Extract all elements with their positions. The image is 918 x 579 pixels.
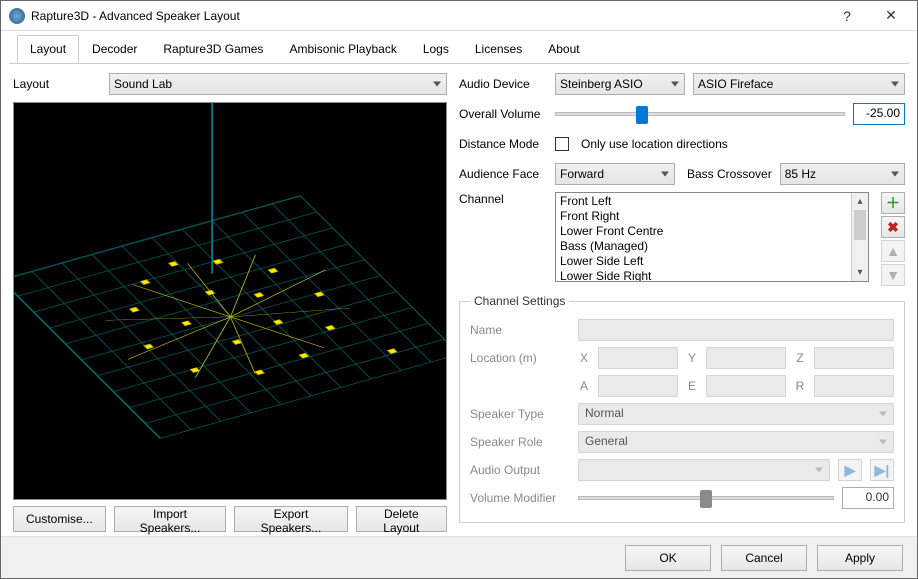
- close-button[interactable]: ✕: [869, 2, 913, 30]
- channel-item[interactable]: Front Right: [560, 209, 847, 224]
- app-icon: [9, 8, 25, 24]
- cs-axis-x: X: [578, 351, 590, 365]
- cs-axis-r: R: [794, 379, 806, 393]
- ok-button[interactable]: OK: [625, 545, 711, 571]
- app-window: Rapture3D - Advanced Speaker Layout ? ✕ …: [0, 0, 918, 579]
- add-channel-button[interactable]: ＋: [881, 192, 905, 214]
- cs-speaker-role-label: Speaker Role: [470, 435, 570, 449]
- cs-axis-a: A: [578, 379, 590, 393]
- tab-logs[interactable]: Logs: [410, 35, 462, 63]
- audio-device-select[interactable]: ASIO Fireface: [693, 73, 905, 95]
- cs-a-field: [598, 375, 678, 397]
- overall-volume-slider[interactable]: [555, 103, 845, 125]
- cs-play-all-button: ▶|: [870, 459, 894, 481]
- tab-licenses[interactable]: Licenses: [462, 35, 535, 63]
- content-area: Layout Sound Lab: [1, 64, 917, 536]
- cs-x-field: [598, 347, 678, 369]
- tab-rapture3d-games[interactable]: Rapture3D Games: [150, 35, 276, 63]
- channel-item[interactable]: Lower Front Centre: [560, 224, 847, 239]
- overall-volume-value[interactable]: -25.00: [853, 103, 905, 125]
- channel-item[interactable]: Lower Side Right: [560, 269, 847, 281]
- distance-mode-checkbox-label: Only use location directions: [581, 137, 728, 151]
- layout-label: Layout: [13, 77, 101, 91]
- export-speakers-button[interactable]: Export Speakers...: [234, 506, 347, 532]
- cs-audio-output-label: Audio Output: [470, 463, 570, 477]
- remove-channel-button[interactable]: ✖: [881, 216, 905, 238]
- cs-speaker-type-label: Speaker Type: [470, 407, 570, 421]
- titlebar: Rapture3D - Advanced Speaker Layout ? ✕: [1, 1, 917, 31]
- cs-axis-y: Y: [686, 351, 698, 365]
- channel-scrollbar[interactable]: ▴ ▾: [851, 193, 868, 281]
- scroll-up-icon[interactable]: ▴: [852, 193, 868, 210]
- cs-audio-output-select: [578, 459, 830, 481]
- cs-play-button: ▶: [838, 459, 862, 481]
- cs-name-label: Name: [470, 323, 570, 337]
- channel-side-buttons: ＋ ✖ ▲ ▼: [881, 192, 905, 286]
- tab-about[interactable]: About: [535, 35, 592, 63]
- tab-bar: LayoutDecoderRapture3D GamesAmbisonic Pl…: [9, 31, 909, 64]
- import-speakers-button[interactable]: Import Speakers...: [114, 506, 227, 532]
- channel-settings-legend: Channel Settings: [470, 294, 569, 308]
- audience-face-label: Audience Face: [459, 167, 547, 181]
- audience-face-select[interactable]: Forward: [555, 163, 675, 185]
- customise-button[interactable]: Customise...: [13, 506, 106, 532]
- channel-item[interactable]: Bass (Managed): [560, 239, 847, 254]
- cs-r-field: [814, 375, 894, 397]
- cs-axis-e: E: [686, 379, 698, 393]
- overall-volume-label: Overall Volume: [459, 107, 547, 121]
- dialog-footer: OK Cancel Apply: [1, 536, 917, 578]
- cs-volume-modifier-slider: [578, 487, 834, 509]
- tab-layout[interactable]: Layout: [17, 35, 79, 63]
- cs-volume-modifier-label: Volume Modifier: [470, 491, 570, 505]
- tab-ambisonic-playback[interactable]: Ambisonic Playback: [276, 35, 409, 63]
- distance-mode-label: Distance Mode: [459, 137, 547, 151]
- cs-speaker-role-select: General: [578, 431, 894, 453]
- right-pane: Audio Device Steinberg ASIO ASIO Firefac…: [459, 72, 905, 532]
- channel-item[interactable]: Front Left: [560, 194, 847, 209]
- channel-list[interactable]: Front LeftFront RightLower Front CentreB…: [555, 192, 869, 282]
- cs-name-field: [578, 319, 894, 341]
- bass-crossover-select[interactable]: 85 Hz: [780, 163, 905, 185]
- cs-volume-modifier-value: 0.00: [842, 487, 894, 509]
- audio-device-label: Audio Device: [459, 77, 547, 91]
- cs-location-label: Location (m): [470, 351, 570, 365]
- audio-api-select[interactable]: Steinberg ASIO: [555, 73, 685, 95]
- bass-crossover-label: Bass Crossover: [687, 167, 772, 181]
- layout-select[interactable]: Sound Lab: [109, 73, 447, 95]
- delete-layout-button[interactable]: Delete Layout: [356, 506, 447, 532]
- layout-action-buttons: Customise... Import Speakers... Export S…: [13, 506, 447, 532]
- distance-mode-checkbox[interactable]: [555, 137, 569, 151]
- cs-e-field: [706, 375, 786, 397]
- window-title: Rapture3D - Advanced Speaker Layout: [31, 9, 825, 23]
- cs-y-field: [706, 347, 786, 369]
- channel-settings-group: Channel Settings Name Location (m) X Y Z…: [459, 294, 905, 523]
- help-button[interactable]: ?: [825, 2, 869, 30]
- scroll-down-icon[interactable]: ▾: [852, 264, 868, 281]
- cs-axis-z: Z: [794, 351, 806, 365]
- cs-speaker-type-select: Normal: [578, 403, 894, 425]
- tab-decoder[interactable]: Decoder: [79, 35, 150, 63]
- speaker-3d-view[interactable]: [13, 102, 447, 500]
- scroll-thumb[interactable]: [854, 210, 866, 240]
- channel-item[interactable]: Lower Side Left: [560, 254, 847, 269]
- left-pane: Layout Sound Lab: [13, 72, 447, 532]
- channel-label: Channel: [459, 192, 547, 206]
- cancel-button[interactable]: Cancel: [721, 545, 807, 571]
- move-channel-down-button[interactable]: ▼: [881, 264, 905, 286]
- move-channel-up-button[interactable]: ▲: [881, 240, 905, 262]
- apply-button[interactable]: Apply: [817, 545, 903, 571]
- cs-z-field: [814, 347, 894, 369]
